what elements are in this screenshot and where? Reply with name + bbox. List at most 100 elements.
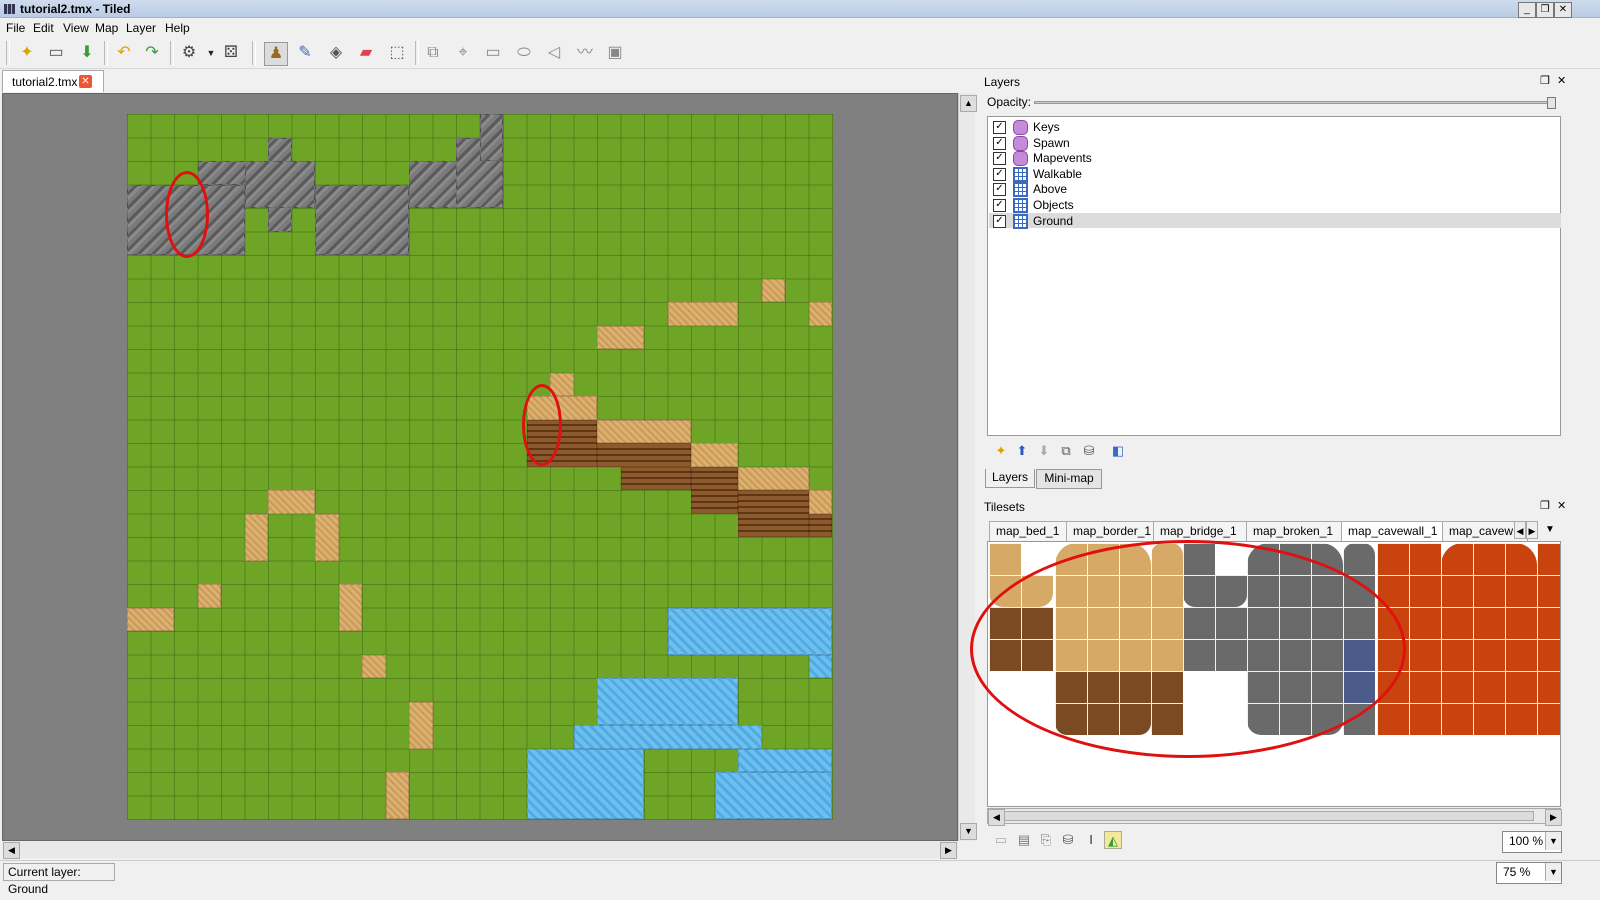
layers-panel-title: Layers (984, 75, 1021, 89)
dirt-tile (667, 302, 738, 326)
tileset-tile[interactable] (1441, 543, 1537, 735)
rectangle-select-icon[interactable]: ⬚ (386, 42, 408, 64)
bucket-fill-icon[interactable]: ◈ (325, 42, 347, 64)
new-tileset-icon[interactable]: ▭ (992, 831, 1010, 849)
rename-tileset-icon[interactable]: I (1082, 831, 1100, 849)
float-panel-icon[interactable]: ❐ (1540, 74, 1550, 87)
menu-layer[interactable]: Layer (126, 21, 156, 35)
menu-file[interactable]: File (6, 21, 25, 35)
import-tileset-icon[interactable]: ▤ (1015, 831, 1033, 849)
tab-tutorial2[interactable]: tutorial2.tmx ✕ (2, 70, 104, 92)
map-zoom-select[interactable]: 75 % ▼ (1496, 862, 1562, 884)
menu-map[interactable]: Map (95, 21, 118, 35)
insert-polygon-icon[interactable]: ◁ (543, 42, 565, 64)
scroll-thumb[interactable] (1004, 811, 1534, 821)
edit-polygons-icon[interactable]: ⌖ (452, 42, 474, 64)
layer-row-keys[interactable]: ✓ Keys (989, 119, 1561, 135)
layer-row-above[interactable]: ✓ Above (989, 181, 1561, 197)
menu-help[interactable]: Help (165, 21, 190, 35)
chevron-down-icon[interactable]: ▼ (200, 42, 222, 64)
delete-layer-icon[interactable]: ⛁ (1080, 442, 1098, 460)
tilesets-panel-header: Tilesets ❐ ✕ (982, 497, 1596, 515)
scroll-left-icon[interactable]: ◀ (3, 842, 20, 859)
close-tab-icon[interactable]: ✕ (79, 75, 92, 88)
opacity-slider[interactable] (1034, 97, 1556, 109)
redo-icon[interactable]: ↷ (141, 42, 163, 64)
visibility-checkbox[interactable]: ✓ (993, 121, 1006, 134)
new-map-icon[interactable]: ✦ (16, 42, 38, 64)
tileset-tab-cavewall[interactable]: map_cavewall_1 (1341, 521, 1455, 542)
undo-icon[interactable]: ↶ (113, 42, 135, 64)
insert-rectangle-icon[interactable]: ▭ (482, 42, 504, 64)
insert-ellipse-icon[interactable]: ⬭ (513, 42, 535, 64)
maximize-button[interactable]: ❐ (1536, 2, 1554, 18)
layer-row-spawn[interactable]: ✓ Spawn (989, 135, 1561, 151)
tileset-tile[interactable] (989, 543, 1021, 575)
visibility-checkbox[interactable]: ✓ (993, 199, 1006, 212)
chevron-down-icon[interactable]: ▼ (1545, 863, 1561, 881)
duplicate-layer-icon[interactable]: ⧉ (1057, 442, 1075, 460)
scroll-right-icon[interactable]: ▶ (1545, 809, 1562, 826)
tileset-tile[interactable] (1537, 543, 1560, 735)
toggle-other-layers-icon[interactable]: ◧ (1109, 442, 1127, 460)
menu-edit[interactable]: Edit (33, 21, 54, 35)
layer-row-ground[interactable]: ✓ Ground (989, 213, 1561, 229)
lower-layer-icon[interactable]: ⬇ (1035, 442, 1053, 460)
float-panel-icon[interactable]: ❐ (1540, 499, 1550, 512)
tileset-menu-icon[interactable]: ▼ (1543, 521, 1557, 539)
save-icon[interactable]: ⬇ (76, 42, 98, 64)
close-panel-icon[interactable]: ✕ (1557, 74, 1566, 87)
stamp-brush-icon[interactable]: ♟ (264, 42, 288, 66)
insert-polyline-icon[interactable]: 〰 (574, 42, 596, 64)
insert-tile-icon[interactable]: ▣ (604, 42, 626, 64)
minimize-button[interactable]: _ (1518, 2, 1536, 18)
menu-view[interactable]: View (63, 21, 89, 35)
app-icon (4, 4, 15, 14)
opacity-slider-handle[interactable] (1547, 97, 1556, 109)
tile-layer-icon (1013, 167, 1028, 182)
scroll-down-icon[interactable]: ▼ (960, 823, 977, 840)
layer-row-objects[interactable]: ✓ Objects (989, 197, 1561, 213)
annotation-circle-rock (165, 171, 209, 258)
tabs-scroll-left-icon[interactable]: ◀ (1514, 521, 1526, 539)
add-layer-icon[interactable]: ✦ (992, 442, 1010, 460)
tileset-tab-border[interactable]: map_border_1 (1066, 521, 1166, 542)
vertical-scrollbar[interactable]: ▲ ▼ (958, 93, 977, 841)
tileset-horizontal-scrollbar[interactable]: ◀ ▶ (987, 808, 1562, 826)
random-icon[interactable]: ⚄ (220, 42, 242, 64)
layer-list[interactable]: ✓ Keys ✓ Spawn ✓ Mapevents ✓ Walkable ✓ Above… (987, 116, 1561, 436)
raise-layer-icon[interactable]: ⬆ (1013, 442, 1031, 460)
close-panel-icon[interactable]: ✕ (1557, 499, 1566, 512)
tabs-scroll-right-icon[interactable]: ▶ (1526, 521, 1538, 539)
current-layer-status: Current layer: Ground (3, 863, 115, 896)
tileset-tab-bridge[interactable]: map_bridge_1 (1153, 521, 1259, 542)
horizontal-scrollbar[interactable]: ◀ ▶ (2, 841, 958, 859)
tileset-tab-broken[interactable]: map_broken_1 (1246, 521, 1354, 542)
visibility-checkbox[interactable]: ✓ (993, 183, 1006, 196)
tab-layers[interactable]: Layers (985, 469, 1035, 488)
visibility-checkbox[interactable]: ✓ (993, 168, 1006, 181)
export-tileset-icon[interactable]: ⎘ (1037, 831, 1055, 849)
layer-row-mapevents[interactable]: ✓ Mapevents (989, 150, 1561, 166)
visibility-checkbox[interactable]: ✓ (993, 137, 1006, 150)
visibility-checkbox[interactable]: ✓ (993, 152, 1006, 165)
tab-mini-map[interactable]: Mini-map (1036, 469, 1102, 489)
edit-terrain-icon[interactable]: ◭ (1104, 831, 1122, 849)
scroll-up-icon[interactable]: ▲ (960, 95, 977, 112)
commands-icon[interactable]: ⚙ (178, 42, 200, 64)
tileset-zoom-select[interactable]: 100 % ▼ (1502, 831, 1562, 853)
terrain-brush-icon[interactable]: ✎ (294, 42, 316, 64)
delete-tileset-icon[interactable]: ⛁ (1059, 831, 1077, 849)
open-icon[interactable]: ▭ (45, 42, 67, 64)
scroll-right-icon[interactable]: ▶ (940, 842, 957, 859)
chevron-down-icon[interactable]: ▼ (1545, 832, 1561, 850)
rock-tile (479, 114, 503, 161)
dirt-tile (268, 490, 315, 514)
select-objects-icon[interactable]: ⧉ (422, 42, 444, 64)
map-canvas[interactable] (127, 114, 833, 820)
eraser-icon[interactable]: ▰ (355, 42, 377, 64)
scroll-left-icon[interactable]: ◀ (988, 809, 1005, 826)
close-button[interactable]: ✕ (1554, 2, 1572, 18)
layer-row-walkable[interactable]: ✓ Walkable (989, 166, 1561, 182)
visibility-checkbox[interactable]: ✓ (993, 215, 1006, 228)
